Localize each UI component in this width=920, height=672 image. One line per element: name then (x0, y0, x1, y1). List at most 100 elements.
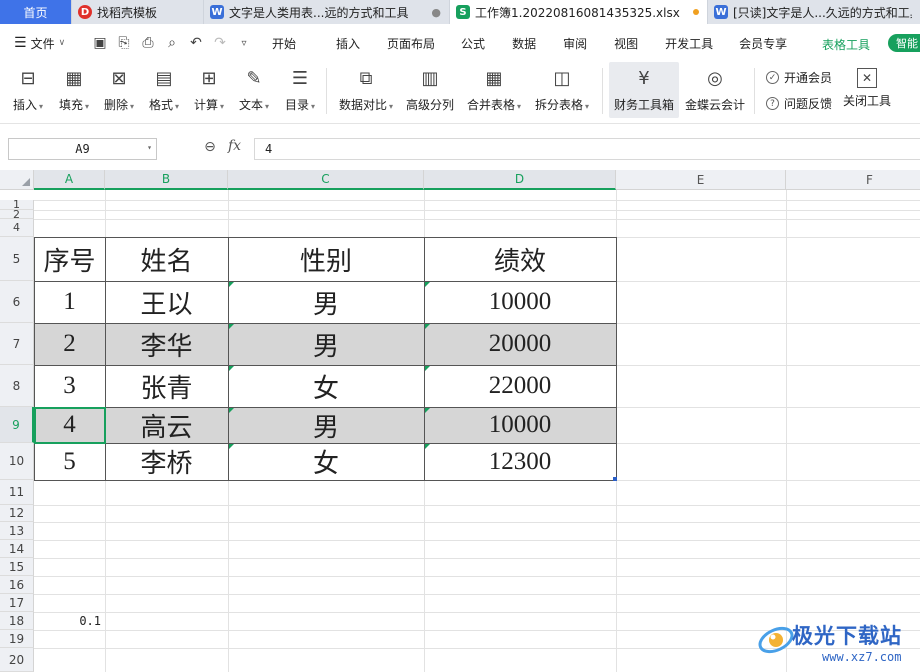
row-header-2[interactable]: 2 (0, 208, 34, 221)
tab-spreadsheet[interactable]: S 工作簿1.20220816081435325.xlsx (450, 0, 708, 24)
redo-icon[interactable]: ↷ (208, 32, 232, 54)
column-header-f[interactable]: F (786, 170, 920, 190)
spreadsheet-grid[interactable]: ⇕ ABCDEF124567891011121314151617181920序号… (0, 170, 920, 672)
table-cell[interactable]: 12300 (424, 443, 616, 480)
column-header-b[interactable]: B (105, 170, 228, 190)
menu-insert[interactable]: 插入 (336, 35, 360, 52)
table-cell[interactable]: 20000 (424, 323, 616, 365)
delete-button[interactable]: ⊠ 删除 ▾ (99, 62, 139, 118)
table-header-cell[interactable]: 序号 (34, 237, 105, 281)
finance-toolbox-button[interactable]: ¥ 财务工具箱 (609, 62, 679, 118)
row-header-6[interactable]: 6 (0, 281, 34, 323)
row-header-20[interactable]: 20 (0, 648, 34, 672)
row-header-15[interactable]: 15 (0, 558, 34, 576)
menu-member[interactable]: 会员专享 (739, 35, 787, 52)
export-pdf-icon[interactable]: ⎘ (112, 32, 136, 54)
table-cell[interactable]: 高云 (105, 407, 228, 443)
row-header-19[interactable]: 19 (0, 630, 34, 648)
row-header-10[interactable]: 10 (0, 443, 34, 480)
data-compare-button[interactable]: ⧉ 数据对比 ▾ (336, 62, 396, 118)
menu-page-layout[interactable]: 页面布局 (387, 35, 435, 52)
row-header-7[interactable]: 7 (0, 323, 34, 365)
row-header-16[interactable]: 16 (0, 576, 34, 594)
table-cell[interactable]: 10000 (424, 407, 616, 443)
table-cell[interactable]: 男 (228, 323, 424, 365)
save-icon[interactable]: ▣ (88, 32, 112, 54)
zoom-icon[interactable]: ⊖ (202, 139, 218, 155)
grid-line (34, 558, 920, 559)
table-cell[interactable]: 张青 (105, 365, 228, 407)
undo-icon[interactable]: ↶ (184, 32, 208, 54)
table-cell[interactable]: 10000 (424, 281, 616, 323)
tab-readonly-doc[interactable]: W [只读]文字是人...久远的方式和工具 (708, 0, 920, 24)
row-header-8[interactable]: 8 (0, 365, 34, 407)
table-cell[interactable]: 22000 (424, 365, 616, 407)
print-icon[interactable]: ⎙ (136, 32, 160, 54)
row-header-9[interactable]: 9 (0, 407, 34, 443)
row-header-14[interactable]: 14 (0, 540, 34, 558)
table-cell[interactable]: 男 (228, 407, 424, 443)
smart-toolbox-button[interactable]: 智能 (888, 34, 920, 52)
calculate-button[interactable]: ⊞ 计算 ▾ (189, 62, 229, 118)
menu-table-tools[interactable]: 表格工具 (822, 36, 870, 53)
merge-table-button[interactable]: ▦ 合并表格 ▾ (464, 62, 524, 118)
menu-review[interactable]: 审阅 (563, 35, 587, 52)
format-button[interactable]: ▤ 格式 ▾ (144, 62, 184, 118)
file-menu[interactable]: ☰ 文件 ∨ (0, 35, 88, 52)
menu-developer[interactable]: 开发工具 (665, 35, 713, 52)
tab-writer-doc[interactable]: W 文字是人类用表...远的方式和工具 ● (204, 0, 450, 24)
column-header-c[interactable]: C (228, 170, 424, 190)
table-header-cell[interactable]: 姓名 (105, 237, 228, 281)
close-tool-button[interactable]: ✕ 关闭工具 (840, 62, 894, 118)
toc-button[interactable]: ☰ 目录 ▾ (280, 62, 320, 118)
column-header-e[interactable]: E (616, 170, 786, 190)
menu-formula[interactable]: 公式 (461, 35, 485, 52)
table-cell[interactable]: 李华 (105, 323, 228, 365)
table-cell[interactable]: 2 (34, 323, 105, 365)
table-cell[interactable]: 王以 (105, 281, 228, 323)
row-header-13[interactable]: 13 (0, 522, 34, 540)
table-header-cell[interactable]: 绩效 (424, 237, 616, 281)
text-button[interactable]: ✎ 文本 ▾ (234, 62, 274, 118)
table-cell[interactable]: 5 (34, 443, 105, 480)
cell-a18[interactable]: 0.1 (34, 614, 101, 628)
active-cell-selection[interactable] (34, 407, 106, 444)
customize-toolbar-icon[interactable]: ▿ (232, 32, 256, 54)
fx-icon[interactable]: fx (228, 138, 241, 154)
table-cell[interactable]: 女 (228, 365, 424, 407)
formula-input[interactable]: 4 (254, 138, 920, 160)
row-header-4[interactable]: 4 (0, 219, 34, 237)
table-cell[interactable]: 男 (228, 281, 424, 323)
table-header-cell[interactable]: 性别 (228, 237, 424, 281)
print-preview-icon[interactable]: ⌕ (160, 32, 184, 54)
row-header-17[interactable]: 17 (0, 594, 34, 612)
table-cell[interactable]: 女 (228, 443, 424, 480)
tab-docer[interactable]: D 找稻壳模板 (72, 0, 204, 24)
table-cell[interactable]: 3 (34, 365, 105, 407)
select-all-corner[interactable] (0, 170, 34, 190)
tab-home[interactable]: 首页 (0, 0, 72, 24)
kingdee-button[interactable]: ◎ 金蝶云会计 (684, 62, 746, 118)
feedback-button[interactable]: ? 问题反馈 (766, 95, 832, 112)
column-header-a[interactable]: A (34, 170, 105, 190)
row-header-5[interactable]: 5 (0, 237, 34, 281)
chevron-down-icon[interactable]: ▾ (147, 143, 152, 152)
grid-line (34, 210, 920, 211)
advanced-split-button[interactable]: ▥ 高级分列 (404, 62, 456, 118)
row-header-11[interactable]: 11 (0, 480, 34, 505)
row-header-12[interactable]: 12 (0, 505, 34, 522)
column-header-d[interactable]: D (424, 170, 616, 190)
menu-data[interactable]: 数据 (512, 35, 536, 52)
table-cell[interactable]: 李桥 (105, 443, 228, 480)
split-table-button[interactable]: ◫ 拆分表格 ▾ (532, 62, 592, 118)
fill-handle[interactable] (613, 477, 617, 481)
table-cell[interactable]: 1 (34, 281, 105, 323)
insert-button[interactable]: ⊟ 插入 ▾ (8, 62, 48, 118)
name-box[interactable]: A9 ▾ (8, 138, 157, 160)
menu-view[interactable]: 视图 (614, 35, 638, 52)
fill-button[interactable]: ▦ 填充 ▾ (54, 62, 94, 118)
open-member-button[interactable]: ✓ 开通会员 (766, 69, 832, 86)
menu-home[interactable]: 开始 (272, 35, 296, 52)
row-header-18[interactable]: 18 (0, 612, 34, 630)
tab-close-icon[interactable]: ● (425, 6, 441, 19)
